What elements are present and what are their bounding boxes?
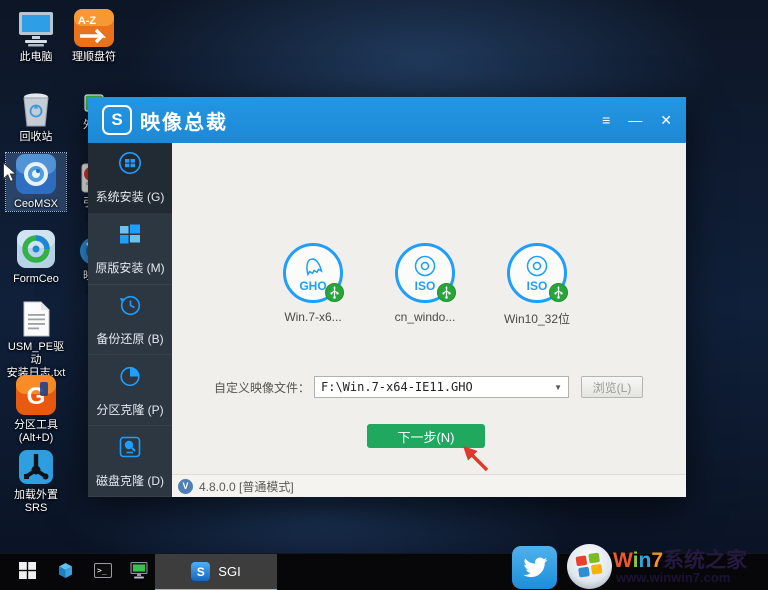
svg-text:>_: >_ — [97, 566, 107, 575]
app-logo-letter: S — [111, 110, 123, 129]
menu-icon[interactable]: ≡ — [602, 113, 610, 127]
windows-start-icon — [18, 561, 36, 584]
custom-image-label: 自定义映像文件： — [213, 380, 310, 395]
sidebar-item-label: 分区克隆 (P) — [96, 402, 164, 417]
gho-disc-icon: GHO — [283, 243, 344, 303]
sgi-logo-icon: S — [191, 562, 211, 581]
main-content: GHO Win.7-x6... ISO cn_windo... ISO Win1… — [172, 143, 686, 474]
window-titlebar[interactable]: S 映像总裁 ≡ — ✕ — [88, 97, 686, 143]
sort-drives-icon: A-Z — [72, 8, 116, 48]
sidebar-item-label: 原版安装 (M) — [95, 261, 165, 276]
chevron-down-icon[interactable]: ▼ — [554, 383, 562, 392]
browse-button[interactable]: 浏览(L) — [581, 376, 643, 398]
desktop-icon-partition-tool[interactable]: G 分区工具 (Alt+D) — [6, 374, 66, 445]
image-item-iso-cnwindows[interactable]: ISO cn_windo... — [369, 243, 481, 327]
image-item-gho-win7[interactable]: GHO Win.7-x6... — [257, 243, 369, 327]
sidebar-item-label: 系统安装 (G) — [95, 190, 165, 205]
desktop-icon-recycle-bin[interactable]: 回收站 — [6, 88, 66, 144]
taskbar-task-label: SGI — [218, 564, 241, 579]
desktop-icon-label: 此电脑 — [19, 51, 53, 63]
watermark-letter: 7 — [651, 549, 663, 572]
cube-icon — [57, 562, 74, 584]
desktop-icon-sort-drives[interactable]: A-Z 理顺盘符 — [64, 8, 124, 64]
image-item-label: Win.7-x6... — [284, 310, 342, 324]
recycle-bin-icon — [14, 88, 58, 128]
sidebar-item-disk-clone[interactable]: 磁盘克隆 (D) — [88, 426, 172, 497]
monitor-icon — [130, 561, 148, 584]
disk-clone-icon — [117, 434, 143, 465]
desktop-icon-usm-log[interactable]: USM_PE驱动 安装日志.txt — [6, 300, 66, 380]
image-path-value: F:\Win.7-x64-IE11.GHO — [321, 380, 473, 394]
ceomsx-icon — [14, 153, 58, 195]
formceo-icon — [15, 228, 57, 270]
desktop-icon-label: 理顺盘符 — [72, 51, 116, 63]
annotation-arrow-icon — [460, 443, 490, 478]
backup-restore-icon — [117, 292, 143, 323]
partition-clone-icon — [117, 363, 143, 394]
minimize-button[interactable]: — — [628, 113, 642, 127]
status-bar: V 4.8.0.0 [普通模式] — [172, 474, 686, 497]
close-button[interactable]: ✕ — [660, 113, 672, 127]
partition-tool-icon: G — [14, 374, 58, 416]
usb-badge-icon — [549, 283, 568, 302]
sidebar-item-label: 备份还原 (B) — [96, 331, 164, 346]
sidebar: 系统安装 (G) 原版安装 (M) 备份还原 (B) 分区克隆 (P) 磁盘克隆… — [88, 143, 172, 497]
custom-image-row: 自定义映像文件： F:\Win.7-x64-IE11.GHO ▼ 浏览(L) — [172, 376, 686, 398]
svg-text:A-Z: A-Z — [78, 15, 97, 27]
desktop-icon-label: 回收站 — [19, 131, 53, 143]
svg-text:ISO: ISO — [415, 279, 436, 293]
taskbar-item-cmd[interactable]: >_ — [86, 554, 120, 590]
text-file-icon — [16, 300, 56, 338]
desktop-icon-label: 加载外置SRS — [14, 489, 58, 514]
desktop-icon-label: CeoMSX — [13, 198, 59, 210]
watermark-brand-rest: 系统之家 — [663, 549, 747, 572]
svg-text:ISO: ISO — [527, 279, 548, 293]
desktop-icon-label: 分区工具 (Alt+D) — [14, 419, 58, 444]
window-title: 映像总裁 — [140, 111, 228, 134]
usb-badge-icon — [325, 283, 344, 302]
image-item-label: Win10_32位 — [503, 312, 571, 326]
load-srs-icon — [16, 448, 56, 486]
version-text: 4.8.0.0 [普通模式] — [199, 479, 294, 494]
desktop-icon-this-pc[interactable]: 此电脑 — [6, 8, 66, 64]
watermark-url: www.winwin7.com — [616, 570, 731, 585]
desktop-icon-load-srs[interactable]: 加载外置SRS — [6, 448, 66, 515]
taskbar-item-cube[interactable] — [48, 554, 82, 590]
start-button[interactable] — [8, 554, 46, 590]
image-item-iso-win10[interactable]: ISO Win10_32位 — [481, 243, 593, 327]
twitter-icon — [512, 546, 557, 589]
sidebar-item-partition-clone[interactable]: 分区克隆 (P) — [88, 355, 172, 427]
sidebar-item-label: 磁盘克隆 (D) — [96, 473, 164, 488]
original-install-icon — [117, 221, 143, 252]
windows7-orb-icon — [566, 543, 613, 590]
sidebar-item-backup-restore[interactable]: 备份还原 (B) — [88, 285, 172, 356]
command-prompt-icon: >_ — [94, 562, 112, 583]
desktop-icon-label: FormCeo — [13, 273, 59, 285]
system-install-icon — [117, 150, 143, 181]
desktop: 此电脑 回收站 CeoMSX FormCeo USM_PE驱动 安装日志.txt… — [0, 0, 768, 590]
desktop-icon-formceo[interactable]: FormCeo — [6, 228, 66, 286]
mouse-cursor-icon — [2, 161, 17, 188]
watermark-letter: n — [638, 549, 652, 572]
svg-text:GHO: GHO — [299, 279, 326, 293]
sidebar-item-original-install[interactable]: 原版安装 (M) — [88, 214, 172, 285]
iso-disc-icon: ISO — [395, 243, 456, 303]
image-list: GHO Win.7-x6... ISO cn_windo... ISO Win1… — [257, 243, 593, 327]
app-logo-icon: S — [102, 105, 132, 135]
image-item-label: cn_windo... — [394, 310, 456, 324]
usb-badge-icon — [437, 283, 456, 302]
image-path-combobox[interactable]: F:\Win.7-x64-IE11.GHO ▼ — [314, 376, 569, 398]
sgi-window: S 映像总裁 ≡ — ✕ 系统安装 (G) 原版安装 (M) 备份还原 (B) … — [88, 97, 686, 497]
this-pc-icon — [14, 8, 58, 48]
sidebar-item-system-install[interactable]: 系统安装 (G) — [88, 143, 172, 214]
taskbar-item-monitor[interactable] — [122, 554, 156, 590]
taskbar-task-sgi[interactable]: S SGI — [155, 554, 277, 590]
iso-disc-icon: ISO — [507, 243, 568, 303]
watermark-letter: W — [613, 549, 633, 572]
version-badge: V — [178, 478, 193, 494]
